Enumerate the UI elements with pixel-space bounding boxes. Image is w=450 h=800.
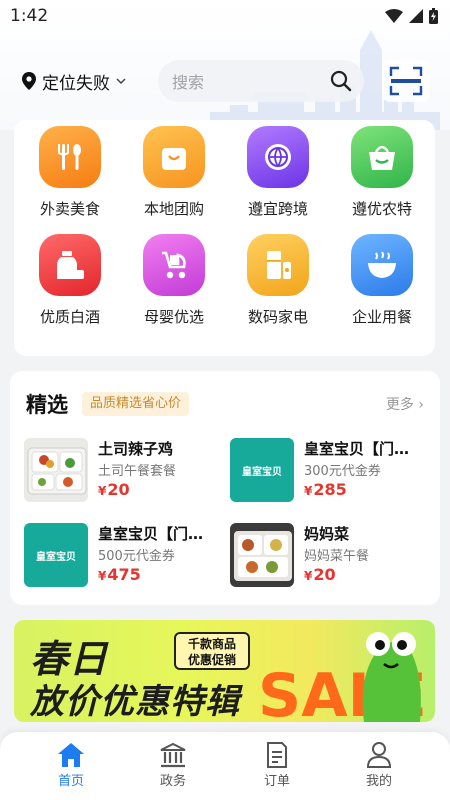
product-name: 皇室宝贝【门… xyxy=(98,525,204,543)
sale-graphic: SALE xyxy=(258,632,427,722)
category-label: 数码家电 xyxy=(247,308,308,326)
product-price: ¥285 xyxy=(304,480,347,499)
nav-label: 订单 xyxy=(263,774,290,789)
category-label: 遵优农特 xyxy=(351,200,412,218)
currency-symbol: ¥ xyxy=(304,569,313,583)
nav-item-government[interactable]: 政务 xyxy=(138,740,208,789)
chevron-right-icon: › xyxy=(418,397,424,413)
category-label: 遵宜跨境 xyxy=(247,200,308,218)
order-list-icon xyxy=(242,740,312,770)
brand-logo-image: 皇室宝贝 xyxy=(230,438,294,502)
status-bar: 1:42 xyxy=(0,0,450,32)
product-card[interactable]: 妈妈菜 妈妈菜午餐 ¥20 xyxy=(230,523,430,587)
globe-icon xyxy=(247,126,309,188)
product-name: 妈妈菜 xyxy=(304,525,350,543)
product-price: ¥20 xyxy=(98,480,130,499)
home-icon xyxy=(36,740,106,770)
scan-icon xyxy=(389,66,423,96)
header: 1:42 定位失败 搜索 xyxy=(0,0,450,130)
food-tray-image xyxy=(24,438,88,502)
product-card[interactable]: 皇室宝贝 皇室宝贝【门… 300元代金券 ¥285 xyxy=(230,438,430,502)
banner-badge-line1: 千款商品 xyxy=(187,637,236,651)
category-item-group-buy[interactable]: 本地团购 xyxy=(124,126,224,219)
category-item-mother-baby[interactable]: 母婴优选 xyxy=(124,234,224,327)
wifi-icon xyxy=(385,9,403,23)
brand-logo-text: 皇室宝贝 xyxy=(36,551,76,563)
category-item-enterprise-meal[interactable]: 企业用餐 xyxy=(332,234,432,327)
nav-item-orders[interactable]: 订单 xyxy=(242,740,312,789)
product-price: ¥20 xyxy=(304,565,336,584)
status-icons xyxy=(385,8,438,24)
search-input[interactable]: 搜索 xyxy=(158,60,364,102)
user-profile-icon xyxy=(344,740,414,770)
search-icon[interactable] xyxy=(330,70,352,92)
featured-tag: 品质精选省心价 xyxy=(82,392,190,416)
battery-icon xyxy=(429,8,438,24)
category-grid: 外卖美食 本地团购 遵宜跨境 遵优农特 优质白酒 母婴优选 数码家电 企业用餐 xyxy=(14,120,435,356)
nav-label: 政务 xyxy=(159,774,186,789)
fork-spoon-icon xyxy=(39,126,101,188)
government-building-icon xyxy=(138,740,208,770)
stroller-icon xyxy=(143,234,205,296)
signal-icon xyxy=(409,9,423,23)
category-item-liquor[interactable]: 优质白酒 xyxy=(20,234,120,327)
banner-badge: 千款商品 优惠促销 xyxy=(174,632,250,670)
category-label: 优质白酒 xyxy=(39,308,100,326)
product-desc: 妈妈菜午餐 xyxy=(304,549,370,564)
search-placeholder: 搜索 xyxy=(172,73,205,92)
nav-item-me[interactable]: 我的 xyxy=(344,740,414,789)
category-item-agri[interactable]: 遵优农特 xyxy=(332,126,432,219)
currency-symbol: ¥ xyxy=(98,569,107,583)
product-desc: 土司午餐套餐 xyxy=(98,464,177,479)
product-price: ¥475 xyxy=(98,565,141,584)
location-label: 定位失败 xyxy=(42,73,110,94)
product-card[interactable]: 土司辣子鸡 土司午餐套餐 ¥20 xyxy=(24,438,224,502)
brand-logo-text: 皇室宝贝 xyxy=(242,466,282,478)
liquor-bottle-icon xyxy=(39,234,101,296)
product-desc: 300元代金券 xyxy=(304,464,381,479)
chevron-down-icon xyxy=(116,78,126,85)
category-item-cross-border[interactable]: 遵宜跨境 xyxy=(228,126,328,219)
location-selector[interactable]: 定位失败 xyxy=(22,66,126,96)
location-pin-icon xyxy=(22,72,36,90)
appliance-icon xyxy=(247,234,309,296)
product-desc: 500元代金券 xyxy=(98,549,175,564)
shopping-bag-icon xyxy=(143,126,205,188)
banner-badge-line2: 优惠促销 xyxy=(187,653,236,667)
basket-icon xyxy=(351,126,413,188)
category-label: 外卖美食 xyxy=(39,200,100,218)
status-time: 1:42 xyxy=(10,6,49,26)
currency-symbol: ¥ xyxy=(98,484,107,498)
nav-item-home[interactable]: 首页 xyxy=(36,740,106,789)
more-link[interactable]: 更多 › xyxy=(386,394,424,414)
more-label: 更多 xyxy=(385,397,414,413)
price-value: 20 xyxy=(107,480,130,499)
price-value: 20 xyxy=(313,565,336,584)
food-tray-image xyxy=(230,523,294,587)
price-value: 475 xyxy=(107,565,141,584)
category-label: 母婴优选 xyxy=(143,308,204,326)
category-item-takeout[interactable]: 外卖美食 xyxy=(20,126,120,219)
product-name: 皇室宝贝【门… xyxy=(304,440,410,458)
product-card[interactable]: 皇室宝贝 皇室宝贝【门… 500元代金券 ¥475 xyxy=(24,523,224,587)
scan-button[interactable] xyxy=(382,60,430,102)
category-label: 本地团购 xyxy=(143,200,204,218)
price-value: 285 xyxy=(313,480,347,499)
nav-label: 首页 xyxy=(57,774,84,789)
rice-bowl-icon xyxy=(351,234,413,296)
featured-section: 精选 品质精选省心价 更多 › 土司辣子鸡 土司午餐套餐 ¥20 皇室宝贝 皇室… xyxy=(10,371,440,605)
category-label: 企业用餐 xyxy=(351,308,412,326)
featured-title: 精选 xyxy=(26,393,68,417)
banner-subheadline: 放价优惠特辑 xyxy=(30,682,240,722)
currency-symbol: ¥ xyxy=(304,484,313,498)
promo-banner[interactable]: 春日 放价优惠特辑 千款商品 优惠促销 SALE xyxy=(14,620,435,722)
nav-label: 我的 xyxy=(365,774,392,789)
brand-logo-image: 皇室宝贝 xyxy=(24,523,88,587)
product-name: 土司辣子鸡 xyxy=(98,440,174,458)
category-item-digital[interactable]: 数码家电 xyxy=(228,234,328,327)
bottom-navigation: 首页 政务 订单 我的 xyxy=(0,732,450,800)
